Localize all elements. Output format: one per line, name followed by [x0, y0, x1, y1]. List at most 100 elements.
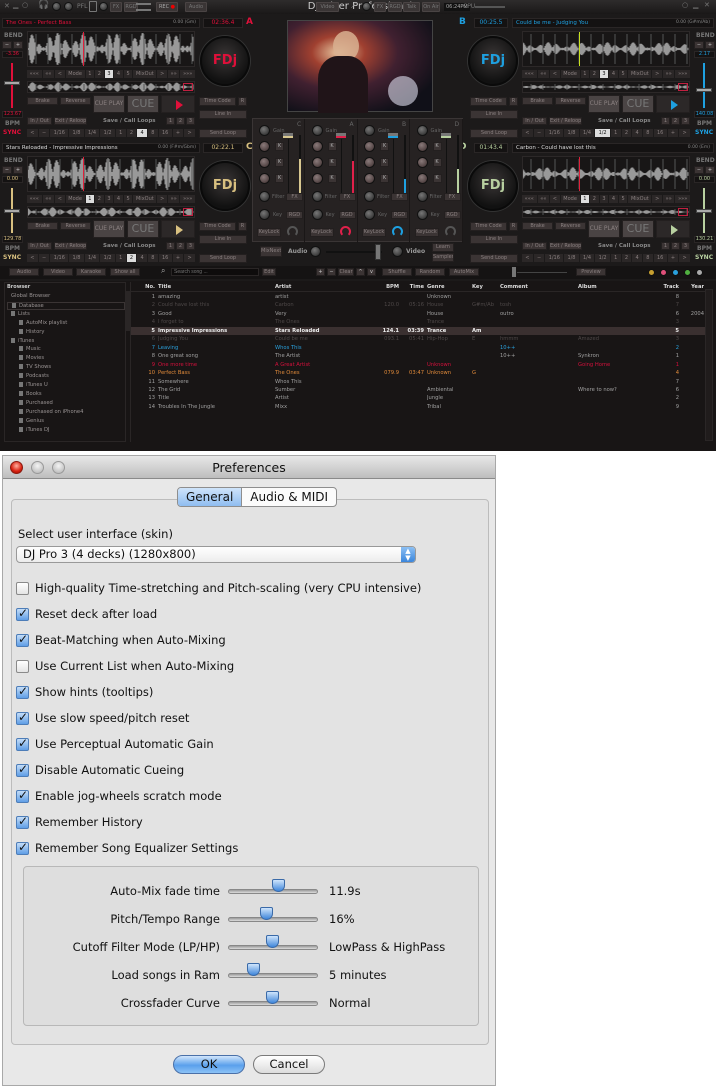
table-row[interactable]: 11 Somewhere Whos This 7	[131, 378, 706, 386]
overview-waveform[interactable]	[522, 81, 690, 93]
loop-slot-button[interactable]: 1	[661, 242, 670, 250]
browser-item[interactable]: Lists	[11, 310, 30, 317]
pitch-slider-handle[interactable]	[696, 208, 712, 213]
option-checkbox-row[interactable]: Use Perceptual Automatic Gain	[16, 736, 214, 752]
option-checkbox-row[interactable]: Show hints (tooltips)	[16, 684, 153, 700]
filter-video-button[interactable]: Video	[43, 268, 73, 276]
volume-fader-handle[interactable]	[440, 133, 451, 138]
loop-length-button[interactable]: <	[27, 129, 38, 137]
eq-kill-button[interactable]: K	[327, 158, 337, 167]
transport-button[interactable]: 1	[85, 70, 95, 78]
transport-button[interactable]: ««	[42, 195, 55, 203]
bend-plus-button[interactable]: +	[13, 41, 23, 49]
search-input[interactable]	[171, 268, 259, 276]
remove-button[interactable]: −	[327, 268, 336, 276]
transport-button[interactable]: >	[157, 195, 167, 203]
browser-item[interactable]: History	[19, 328, 44, 335]
loop-length-button[interactable]: 1/8	[69, 129, 84, 137]
headphones-icon[interactable]	[339, 226, 351, 237]
filter-knob[interactable]	[259, 191, 270, 202]
color-filter-dot[interactable]	[696, 269, 703, 276]
transport-button[interactable]: «««	[27, 70, 42, 78]
loop-length-button[interactable]: −	[38, 129, 50, 137]
loop-length-button[interactable]: −	[533, 254, 545, 262]
transport-button[interactable]: 4	[609, 195, 618, 203]
cue-play-button[interactable]: CUE PLAY	[93, 95, 125, 113]
line-in-button[interactable]: Line In	[470, 110, 518, 119]
key-knob[interactable]	[416, 209, 428, 220]
on-air-button[interactable]: On Air	[422, 2, 440, 12]
exit-reloop-button[interactable]: Exit / Reloop	[54, 242, 87, 250]
eq-kill-button[interactable]: K	[327, 174, 337, 183]
bend-plus-button[interactable]: +	[705, 41, 715, 49]
browser-item[interactable]: TV Shows	[19, 364, 51, 370]
transport-button[interactable]: 4	[114, 70, 123, 78]
rgd-button[interactable]: RGD	[338, 211, 356, 219]
sync-button[interactable]: SYNC	[695, 129, 713, 136]
eq-kill-button[interactable]: K	[380, 158, 389, 167]
key-knob[interactable]	[311, 209, 323, 220]
checkbox[interactable]	[16, 710, 29, 725]
cue-play-button[interactable]: CUE PLAY	[93, 220, 125, 238]
reverse-button[interactable]: Reverse	[60, 222, 91, 230]
transport-button[interactable]: ««	[42, 70, 55, 78]
loop-length-button[interactable]: >	[679, 129, 691, 137]
jog-wheel[interactable]: FDj	[468, 36, 518, 86]
checkbox[interactable]	[16, 840, 29, 855]
color-filter-dot[interactable]	[660, 269, 667, 276]
eq-kill-button[interactable]: K	[275, 142, 284, 151]
loop-length-button[interactable]: 2	[126, 254, 137, 262]
eq-knob[interactable]	[311, 173, 323, 184]
table-row[interactable]: 2 Could have lost this Carbon 120.0 05:16 Hou…	[131, 301, 706, 309]
zoom-icon[interactable]: ○	[22, 1, 28, 9]
transport-button[interactable]: 5	[123, 70, 133, 78]
edit-button[interactable]: Edit	[262, 268, 276, 276]
option-checkbox-row[interactable]: Use Current List when Auto-Mixing	[16, 658, 234, 674]
send-loop-button[interactable]: Send Loop	[199, 254, 247, 263]
column-header[interactable]: Year	[681, 283, 704, 291]
loop-length-button[interactable]: 8	[642, 254, 653, 262]
transport-button[interactable]: <	[550, 195, 560, 203]
transport-button[interactable]: 3	[104, 70, 114, 78]
preview-volume-handle[interactable]	[512, 267, 516, 277]
transport-button[interactable]: »»»	[180, 195, 195, 203]
pitch-slider-handle[interactable]	[4, 208, 20, 213]
loop-length-button[interactable]: 1/16	[50, 129, 69, 137]
transport-button[interactable]: <	[550, 70, 560, 78]
pfl-mix-knob[interactable]	[64, 2, 73, 11]
keylock-button[interactable]: KeyLock	[414, 228, 439, 237]
transport-button[interactable]: <	[55, 195, 65, 203]
eq-kill-button[interactable]: K	[432, 142, 442, 151]
filter-knob[interactable]	[311, 191, 323, 202]
transport-button[interactable]: >	[652, 70, 662, 78]
play-button[interactable]	[161, 95, 195, 113]
fx-button[interactable]: FX	[338, 193, 356, 201]
overview-waveform[interactable]	[27, 206, 195, 218]
bend-plus-button[interactable]: +	[705, 166, 715, 174]
minimize-button[interactable]	[31, 461, 44, 474]
eq-kill-button[interactable]: K	[432, 174, 442, 183]
transport-button[interactable]: MixOut	[133, 195, 157, 203]
column-header[interactable]: Artist	[275, 283, 380, 291]
column-header[interactable]: Album	[578, 283, 642, 291]
headphones-icon[interactable]	[444, 226, 456, 237]
table-row[interactable]: 9 One more time A Great Artist Unknown Going…	[131, 361, 706, 369]
audio-volume-knob[interactable]	[310, 246, 321, 257]
loop-length-button[interactable]: 1	[115, 254, 126, 262]
loop-length-button[interactable]: <	[27, 254, 38, 262]
loop-slot-button[interactable]: 3	[186, 242, 195, 250]
loop-length-button[interactable]: 16	[653, 129, 667, 137]
table-scrollbar[interactable]	[705, 289, 713, 441]
volume-fader-track[interactable]	[288, 139, 289, 199]
loop-length-button[interactable]: 8	[147, 129, 158, 137]
waveform[interactable]	[522, 31, 690, 67]
transport-button[interactable]: 4	[609, 70, 618, 78]
browser-item[interactable]: Purchased on iPhone4	[19, 408, 83, 415]
browser-item[interactable]: Music	[19, 346, 41, 352]
transport-button[interactable]: 3	[599, 195, 609, 203]
loop-length-button[interactable]: +	[172, 254, 184, 262]
column-header[interactable]: Track	[644, 283, 679, 291]
master-volume-knob[interactable]	[99, 2, 108, 11]
send-loop-button[interactable]: Send Loop	[199, 129, 247, 138]
option-checkbox-row[interactable]: Reset deck after load	[16, 606, 157, 622]
